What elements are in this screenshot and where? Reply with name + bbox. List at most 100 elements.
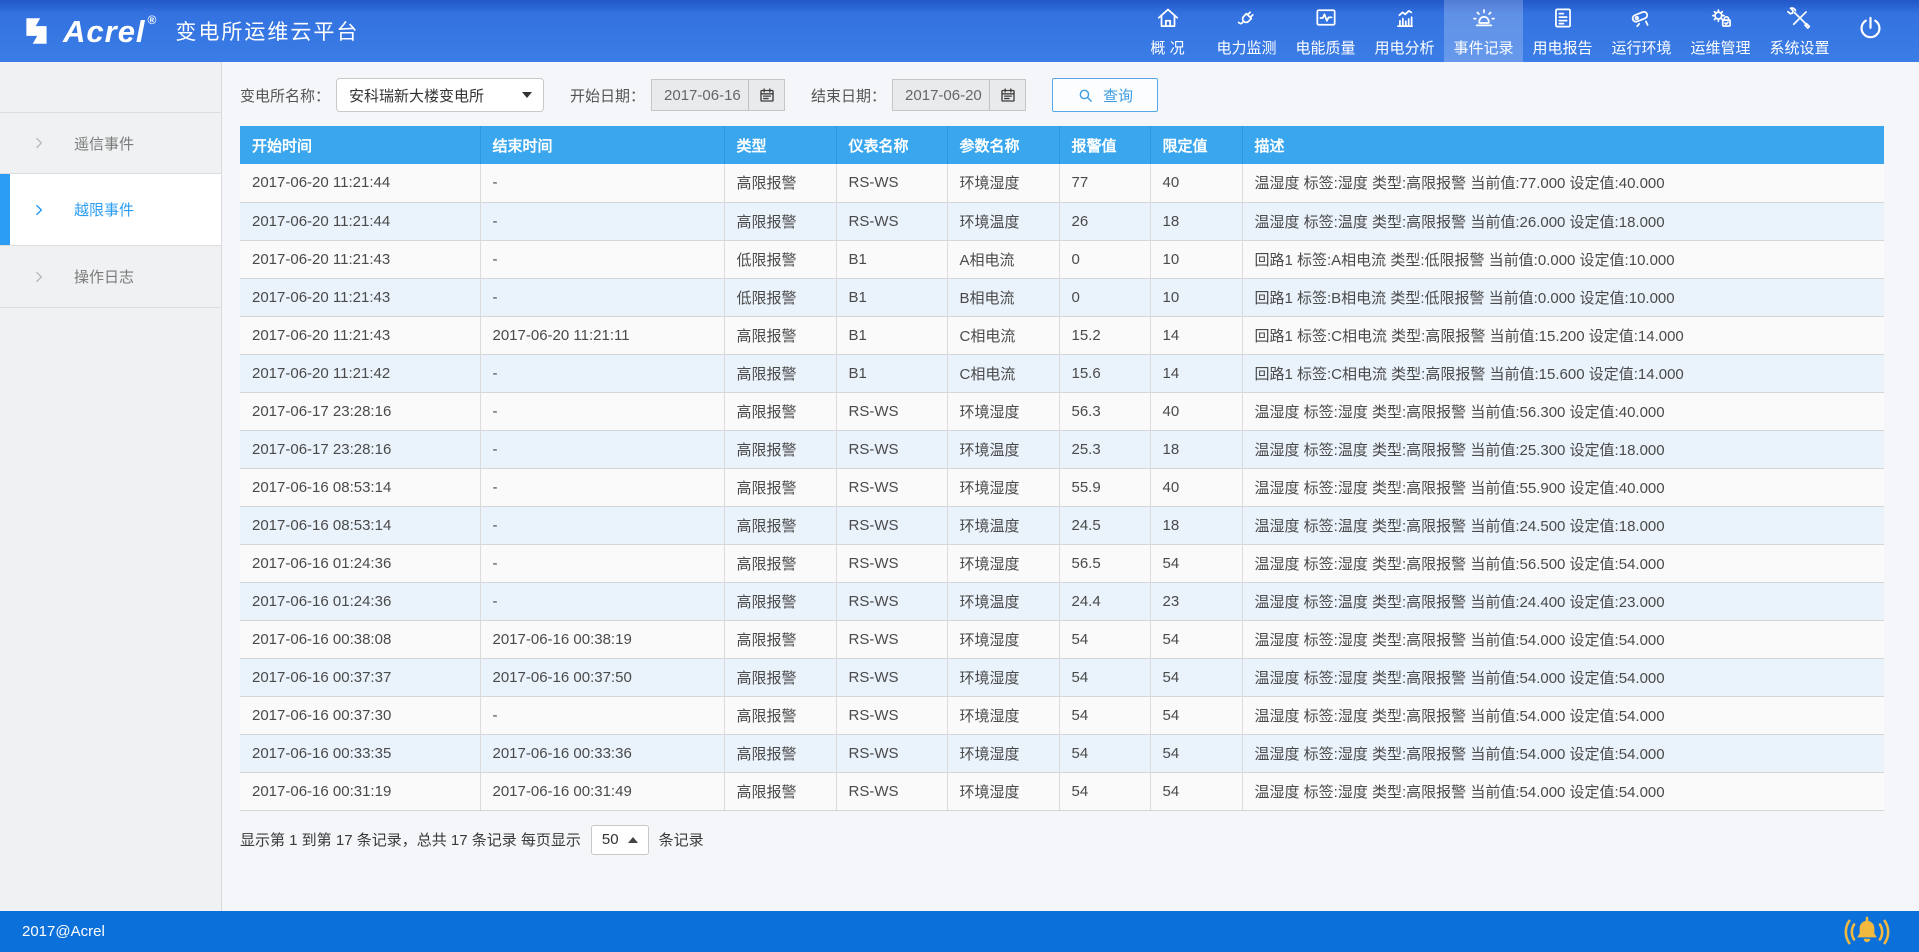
bell-icon[interactable] <box>1841 914 1893 950</box>
home-icon <box>1155 5 1181 31</box>
table-cell: 温湿度 标签:湿度 类型:高限报警 当前值:54.000 设定值:54.000 <box>1242 620 1884 658</box>
table-cell: - <box>480 468 724 506</box>
table-cell: 24.5 <box>1059 506 1150 544</box>
table-cell: 高限报警 <box>724 620 836 658</box>
table-cell: 高限报警 <box>724 506 836 544</box>
main-nav: 概 况电力监测电能质量用电分析事件记录用电报告运行环境运维管理系统设置 <box>1128 0 1839 62</box>
sidebar-item-remote-signal-events[interactable]: 遥信事件 <box>0 112 221 174</box>
page-title: 变电所运维云平台 <box>175 16 359 46</box>
table-row: 2017-06-20 11:21:43-低限报警B1B相电流010回路1 标签:… <box>240 278 1884 316</box>
page-size-value: 50 <box>602 831 619 848</box>
waveform-icon <box>1313 5 1339 31</box>
table-row: 2017-06-16 00:31:192017-06-16 00:31:49高限… <box>240 772 1884 810</box>
layout: 遥信事件越限事件操作日志 变电所名称： 安科瑞新大楼变电所 开始日期： 2017… <box>0 62 1919 911</box>
column-header: 报警值 <box>1059 126 1150 164</box>
copyright-text: 2017@Acrel <box>22 923 105 940</box>
table-cell: 温湿度 标签:温度 类型:高限报警 当前值:25.300 设定值:18.000 <box>1242 430 1884 468</box>
table-cell: 2017-06-16 00:33:36 <box>480 734 724 772</box>
nav-item-power-monitor[interactable]: 电力监测 <box>1207 0 1286 62</box>
table-cell: RS-WS <box>836 430 947 468</box>
table-cell: 2017-06-20 11:21:44 <box>240 202 480 240</box>
table-cell: 高限报警 <box>724 392 836 430</box>
camera-icon <box>1629 5 1655 31</box>
table-cell: B1 <box>836 240 947 278</box>
table-cell: 环境温度 <box>947 506 1059 544</box>
search-button-label: 查询 <box>1103 85 1133 106</box>
table-row: 2017-06-20 11:21:44-高限报警RS-WS环境温度2618温湿度… <box>240 202 1884 240</box>
page-size-select[interactable]: 50 <box>591 825 649 855</box>
table-cell: 高限报警 <box>724 696 836 734</box>
table-body: 2017-06-20 11:21:44-高限报警RS-WS环境湿度7740温湿度… <box>240 164 1884 810</box>
table-cell: 环境湿度 <box>947 658 1059 696</box>
table-cell: 高限报警 <box>724 772 836 810</box>
table-cell: 10 <box>1150 240 1242 278</box>
nav-item-usage-analysis[interactable]: 用电分析 <box>1365 0 1444 62</box>
table-cell: 56.5 <box>1059 544 1150 582</box>
table-cell: - <box>480 202 724 240</box>
nav-item-event-record[interactable]: 事件记录 <box>1444 0 1523 62</box>
table-cell: 低限报警 <box>724 278 836 316</box>
table-cell: 高限报警 <box>724 734 836 772</box>
nav-item-system-settings[interactable]: 系统设置 <box>1760 0 1839 62</box>
station-select[interactable]: 安科瑞新大楼变电所 <box>336 78 544 112</box>
end-date-input[interactable]: 2017-06-20 <box>892 79 1026 111</box>
gear-lock-icon <box>1708 5 1734 31</box>
calendar-icon[interactable] <box>989 80 1025 110</box>
table-cell: 18 <box>1150 202 1242 240</box>
table-cell: 40 <box>1150 164 1242 202</box>
brand: Acrel® 变电所运维云平台 <box>0 0 359 62</box>
table-cell: 环境湿度 <box>947 544 1059 582</box>
table-cell: 2017-06-20 11:21:11 <box>480 316 724 354</box>
nav-item-usage-report[interactable]: 用电报告 <box>1523 0 1602 62</box>
table-cell: 高限报警 <box>724 164 836 202</box>
start-date-input[interactable]: 2017-06-16 <box>651 79 785 111</box>
registered-mark: ® <box>148 13 158 27</box>
table-cell: 温湿度 标签:湿度 类型:高限报警 当前值:54.000 设定值:54.000 <box>1242 658 1884 696</box>
table-cell: RS-WS <box>836 468 947 506</box>
logout-power-button[interactable] <box>1839 0 1901 62</box>
table-cell: B1 <box>836 278 947 316</box>
table-cell: 54 <box>1059 658 1150 696</box>
table-cell: 温湿度 标签:湿度 类型:高限报警 当前值:55.900 设定值:40.000 <box>1242 468 1884 506</box>
sidebar-item-label: 越限事件 <box>74 199 134 220</box>
column-header: 结束时间 <box>480 126 724 164</box>
table-row: 2017-06-20 11:21:42-高限报警B1C相电流15.614回路1 … <box>240 354 1884 392</box>
table-cell: RS-WS <box>836 658 947 696</box>
nav-item-label: 系统设置 <box>1769 37 1829 58</box>
nav-item-overview[interactable]: 概 况 <box>1128 0 1207 62</box>
table-cell: 2017-06-16 01:24:36 <box>240 582 480 620</box>
table-cell: 高限报警 <box>724 544 836 582</box>
nav-item-environment[interactable]: 运行环境 <box>1602 0 1681 62</box>
table-cell: 回路1 标签:C相电流 类型:高限报警 当前值:15.600 设定值:14.00… <box>1242 354 1884 392</box>
power-icon <box>1856 14 1885 48</box>
calendar-icon[interactable] <box>748 80 784 110</box>
table-cell: B相电流 <box>947 278 1059 316</box>
table-row: 2017-06-20 11:21:432017-06-20 11:21:11高限… <box>240 316 1884 354</box>
table-cell: 温湿度 标签:湿度 类型:高限报警 当前值:54.000 设定值:54.000 <box>1242 696 1884 734</box>
table-cell: 2017-06-20 11:21:44 <box>240 164 480 202</box>
table-cell: 2017-06-16 00:33:35 <box>240 734 480 772</box>
alarm-icon <box>1471 5 1497 31</box>
table-cell: 环境温度 <box>947 202 1059 240</box>
table-header-row: 开始时间结束时间类型仪表名称参数名称报警值限定值描述 <box>240 126 1884 164</box>
nav-item-power-quality[interactable]: 电能质量 <box>1286 0 1365 62</box>
logo-text: Acrel® <box>63 16 157 47</box>
sidebar-item-limit-events[interactable]: 越限事件 <box>0 174 221 246</box>
table-cell: 14 <box>1150 316 1242 354</box>
sidebar-item-operation-log[interactable]: 操作日志 <box>0 246 221 308</box>
table-cell: 10 <box>1150 278 1242 316</box>
table-cell: 2017-06-16 00:37:37 <box>240 658 480 696</box>
table-row: 2017-06-20 11:21:43-低限报警B1A相电流010回路1 标签:… <box>240 240 1884 278</box>
table-cell: 24.4 <box>1059 582 1150 620</box>
table-cell: C相电流 <box>947 316 1059 354</box>
nav-item-maintenance[interactable]: 运维管理 <box>1681 0 1760 62</box>
table-cell: 54 <box>1059 734 1150 772</box>
table-cell: 温湿度 标签:温度 类型:高限报警 当前值:24.500 设定值:18.000 <box>1242 506 1884 544</box>
table-cell: 54 <box>1059 772 1150 810</box>
table-cell: - <box>480 354 724 392</box>
report-icon <box>1550 5 1576 31</box>
table-cell: 54 <box>1059 620 1150 658</box>
table-cell: A相电流 <box>947 240 1059 278</box>
search-button[interactable]: 查询 <box>1052 78 1158 112</box>
table-cell: 54 <box>1150 734 1242 772</box>
